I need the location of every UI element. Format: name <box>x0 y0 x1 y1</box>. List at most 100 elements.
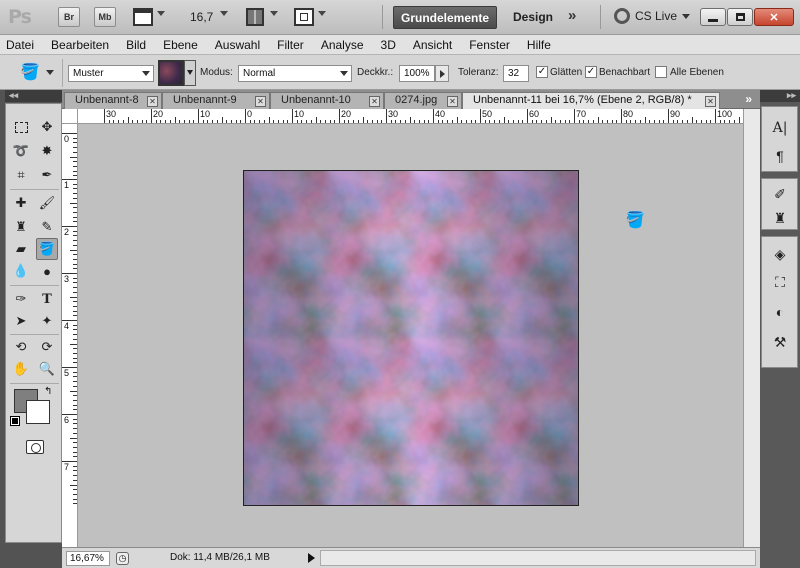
restore-button[interactable] <box>727 8 753 26</box>
view-extras-icon[interactable] <box>133 8 153 26</box>
paint-bucket-tool-icon[interactable]: 🪣 <box>36 238 58 260</box>
screen-mode-icon[interactable] <box>294 8 314 26</box>
close-icon[interactable]: ✕ <box>369 96 380 107</box>
adjustments-icon[interactable]: ◐ <box>769 301 791 323</box>
close-icon: ✕ <box>769 11 779 24</box>
ruler-subtick <box>73 244 77 246</box>
menu-auswahl[interactable]: Auswahl <box>215 38 260 52</box>
minimize-button[interactable] <box>700 8 726 26</box>
vertical-scrollbar[interactable] <box>743 109 760 547</box>
eyedropper-tool-icon[interactable]: ✒ <box>36 164 58 186</box>
blur-tool-icon[interactable]: 💧 <box>10 260 32 282</box>
workspace-design-button[interactable]: Design <box>513 10 553 24</box>
marquee-tool-icon[interactable] <box>10 116 32 138</box>
arrange-dropdown-icon[interactable] <box>270 11 278 16</box>
menu-analyse[interactable]: Analyse <box>321 38 364 52</box>
pattern-picker-dropdown[interactable] <box>184 60 196 86</box>
zoom-field[interactable]: 16,67% <box>66 551 110 566</box>
menu-bearbeiten[interactable]: Bearbeiten <box>51 38 109 52</box>
clone-stamp-tool-icon[interactable]: ♜ <box>10 216 32 238</box>
tool-preset-picker[interactable]: 🪣 <box>16 61 58 85</box>
close-icon[interactable]: ✕ <box>705 96 716 107</box>
workspace-grundelemente-button[interactable]: Grundelemente <box>393 6 497 29</box>
vertical-ruler[interactable]: 0 1 2 3 4 5 6 7 <box>62 109 78 547</box>
tab-unbenannt-8[interactable]: Unbenannt-8 ✕ <box>64 92 162 109</box>
zoom-dropdown-icon[interactable] <box>220 11 228 16</box>
document-canvas[interactable] <box>243 170 579 506</box>
swap-colors-icon[interactable]: ↰ <box>44 386 52 397</box>
all-layers-checkbox[interactable] <box>655 66 667 78</box>
crop-tool-icon[interactable]: ⌗ <box>10 164 32 186</box>
close-icon[interactable]: ✕ <box>447 96 458 107</box>
move-tool-icon[interactable]: ✥ <box>36 116 58 138</box>
hand-tool-icon[interactable]: ✋ <box>10 358 32 380</box>
ruler-subtick <box>73 240 77 242</box>
tool-presets-icon[interactable]: ⚒ <box>769 331 791 353</box>
menu-datei[interactable]: Datei <box>6 38 34 52</box>
screen-mode-dropdown-icon[interactable] <box>318 11 326 16</box>
pen-tool-icon[interactable]: ✑ <box>10 288 32 310</box>
eraser-tool-icon[interactable]: ▰ <box>10 238 32 260</box>
menu-ebene[interactable]: Ebene <box>163 38 198 52</box>
ruler-subtick <box>70 437 77 439</box>
opacity-slider-button[interactable] <box>435 65 449 82</box>
menu-3d[interactable]: 3D <box>381 38 396 52</box>
mode-select[interactable]: Normal <box>238 65 352 82</box>
horizontal-ruler[interactable]: 30 20 10 0 10 20 30 40 50 60 70 80 90 100 <box>78 109 743 124</box>
bridge-button[interactable]: Br <box>58 7 80 27</box>
menu-filter[interactable]: Filter <box>277 38 304 52</box>
cs-live-menu[interactable]: CS Live <box>614 8 691 24</box>
brush-tool-icon[interactable]: 🖌 <box>36 192 58 214</box>
close-window-button[interactable]: ✕ <box>754 8 794 26</box>
zoom-tool-icon[interactable]: 🔍 <box>36 358 58 380</box>
background-color-swatch[interactable] <box>26 400 50 424</box>
clone-source-icon[interactable]: ♜ <box>769 207 791 229</box>
pattern-picker-swatch[interactable] <box>158 60 184 86</box>
ruler-subtick <box>503 117 505 123</box>
layers-icon[interactable]: ◈ <box>769 243 791 265</box>
path-selection-tool-icon[interactable]: ➤ <box>10 310 32 332</box>
status-info-icon[interactable]: ◷ <box>116 552 129 565</box>
paths-icon[interactable]: ⛶ <box>769 271 791 293</box>
tab-unbenannt-9[interactable]: Unbenannt-9 ✕ <box>162 92 270 109</box>
workspace-more-button[interactable]: » <box>568 7 576 24</box>
smooth-checkbox[interactable]: ✓ <box>536 66 548 78</box>
tab-unbenannt-11[interactable]: Unbenannt-11 bei 16,7% (Ebene 2, RGB/8) … <box>462 92 720 109</box>
minibridge-button[interactable]: Mb <box>94 7 116 27</box>
brushes-icon[interactable]: ✐ <box>769 183 791 205</box>
menu-hilfe[interactable]: Hilfe <box>527 38 551 52</box>
fill-source-select[interactable]: Muster <box>68 65 154 82</box>
lasso-tool-icon[interactable]: ➰ <box>10 140 32 162</box>
custom-shape-tool-icon[interactable]: ✦ <box>36 310 58 332</box>
view-extras-dropdown-icon[interactable] <box>157 11 165 16</box>
menu-ansicht[interactable]: Ansicht <box>413 38 452 52</box>
right-dock-collapse[interactable]: ▸▸ <box>760 90 800 102</box>
3d-rotate-tool-icon[interactable]: ⟲ <box>10 336 32 358</box>
type-tool-icon[interactable]: T <box>36 288 58 310</box>
contiguous-checkbox[interactable]: ✓ <box>585 66 597 78</box>
status-menu-arrow-icon[interactable] <box>308 553 315 563</box>
tabs-overflow-icon[interactable]: » <box>745 92 752 106</box>
horizontal-scrollbar[interactable] <box>320 550 756 566</box>
history-brush-tool-icon[interactable]: ✎ <box>36 216 58 238</box>
close-icon[interactable]: ✕ <box>147 96 158 107</box>
close-icon[interactable]: ✕ <box>255 96 266 107</box>
menu-fenster[interactable]: Fenster <box>469 38 510 52</box>
dodge-tool-icon[interactable]: ● <box>36 260 58 282</box>
tools-panel-collapse[interactable]: ◂◂ <box>5 90 62 102</box>
3d-orbit-tool-icon[interactable]: ⟳ <box>36 336 58 358</box>
menu-bild[interactable]: Bild <box>126 38 146 52</box>
ruler-origin[interactable] <box>62 109 78 124</box>
zoom-level-display[interactable]: 16,7 <box>190 10 213 24</box>
paragraph-icon[interactable]: ¶ <box>769 145 791 167</box>
arrange-documents-icon[interactable] <box>246 8 264 26</box>
character-icon[interactable]: A| <box>769 117 791 139</box>
tab-0274-jpg[interactable]: 0274.jpg ✕ <box>384 92 462 109</box>
opacity-input[interactable]: 100% <box>399 65 435 82</box>
tolerance-input[interactable]: 32 <box>503 65 529 82</box>
tab-unbenannt-10[interactable]: Unbenannt-10 ✕ <box>270 92 384 109</box>
default-colors-icon[interactable] <box>10 416 20 426</box>
healing-brush-tool-icon[interactable]: ✚ <box>10 192 32 214</box>
quick-mask-button[interactable] <box>26 440 44 454</box>
magic-wand-tool-icon[interactable]: ✸ <box>36 140 58 162</box>
